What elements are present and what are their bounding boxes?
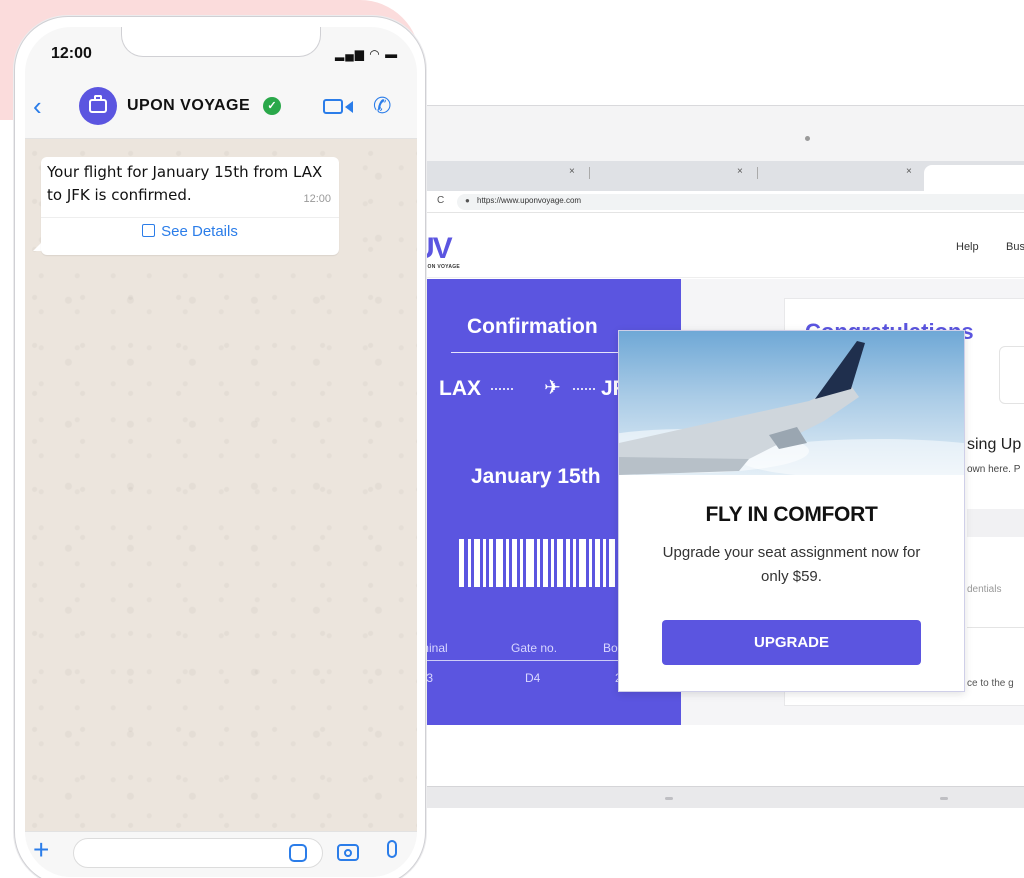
phone-frame: 12:00 ▂▄▆ ◠ ▬ ‹ UPON VOYAGE ✓ ✆ Your fli…	[14, 16, 426, 878]
pass-title: Confirmation	[467, 315, 598, 338]
message-input[interactable]	[73, 838, 323, 868]
laptop-camera	[805, 136, 810, 141]
pass-divider	[451, 352, 621, 353]
route-dots	[491, 388, 513, 390]
chat-header: ‹ UPON VOYAGE ✓ ✆	[25, 77, 417, 139]
contact-name[interactable]: UPON VOYAGE	[127, 97, 250, 115]
boarding-label: Bo	[603, 641, 618, 655]
address-bar: › C ● https://www.uponvoyage.com	[419, 191, 1024, 213]
nav-link-business[interactable]: Bus	[1006, 241, 1024, 253]
message-time: 12:00	[303, 193, 331, 205]
phone-call-icon[interactable]: ✆	[373, 93, 391, 119]
card-row	[967, 509, 1024, 537]
barcode	[459, 539, 619, 587]
laptop-base	[400, 786, 1024, 808]
message-text: Your flight for January 15th from LAX to…	[47, 163, 323, 204]
microphone-icon[interactable]	[387, 840, 397, 858]
card-thumbnail	[999, 346, 1024, 404]
tab-close-icon[interactable]: ×	[906, 166, 912, 177]
route-dots	[573, 388, 595, 390]
gate-label: Gate no.	[511, 641, 558, 655]
phone-notch	[121, 27, 321, 57]
own-text: own here. P	[967, 464, 1021, 475]
status-time: 12:00	[51, 45, 92, 62]
url-text[interactable]: https://www.uponvoyage.com	[477, 196, 581, 205]
verified-icon: ✓	[263, 97, 281, 115]
popup-description: Upgrade your seat assignment now for onl…	[662, 544, 921, 585]
credentials-text: dentials	[967, 584, 1002, 595]
plus-icon[interactable]: +	[33, 834, 49, 866]
signal-wifi-battery-icon: ▂▄▆ ◠ ▬	[335, 47, 399, 61]
see-details-label: See Details	[161, 223, 238, 240]
tab-close-icon[interactable]: ×	[569, 166, 575, 177]
reload-icon[interactable]: C	[437, 195, 444, 206]
airplane-wing-image	[619, 331, 964, 475]
phone-screen: 12:00 ▂▄▆ ◠ ▬ ‹ UPON VOYAGE ✓ ✆ Your fli…	[25, 27, 417, 877]
upgrade-popup: FLY IN COMFORT Upgrade your seat assignm…	[618, 330, 965, 692]
tab-separator	[589, 167, 590, 179]
lock-icon: ●	[465, 196, 470, 205]
using-text: sing Up	[967, 436, 1022, 453]
camera-icon[interactable]	[337, 844, 359, 861]
back-icon[interactable]: ‹	[33, 91, 42, 122]
contact-avatar[interactable]	[79, 87, 117, 125]
active-tab[interactable]	[924, 165, 1024, 191]
see-details-button[interactable]: See Details	[41, 223, 339, 240]
tab-close-icon[interactable]: ×	[737, 166, 743, 177]
site-header: UV UPON VOYAGE Help Bus	[419, 214, 1024, 278]
gate-text: ce to the g	[967, 678, 1014, 689]
upgrade-button[interactable]: UPGRADE	[662, 620, 921, 665]
origin-airport: LAX	[439, 377, 481, 400]
message-input-bar: +	[25, 831, 417, 877]
message-bubble: Your flight for January 15th from LAX to…	[41, 157, 339, 255]
sticker-icon[interactable]	[289, 844, 307, 862]
popup-title: FLY IN COMFORT	[705, 503, 878, 526]
card-divider	[967, 627, 1024, 628]
external-link-icon	[142, 224, 156, 237]
site-logo-subtitle: UPON VOYAGE	[420, 264, 461, 270]
video-call-icon[interactable]	[323, 99, 343, 114]
tab-separator	[757, 167, 758, 179]
stage: × × × › C ● https://www.uponvoyage.com U…	[0, 0, 1024, 878]
gate-value: D4	[525, 671, 541, 685]
bubble-divider	[41, 217, 339, 218]
browser-tab-bar: × × ×	[419, 161, 1024, 191]
nav-link-help[interactable]: Help	[956, 241, 979, 253]
flight-date: January 15th	[471, 465, 601, 488]
airplane-icon: ✈	[544, 377, 561, 399]
